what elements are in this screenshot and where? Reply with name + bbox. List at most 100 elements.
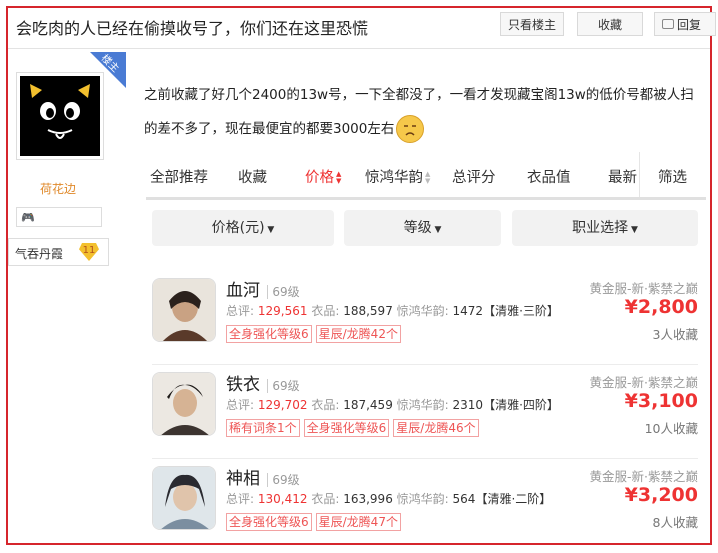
favorite-count: 10人收藏 (644, 421, 698, 436)
favorite-count: 3人收藏 (652, 327, 698, 342)
tab-outfit-value[interactable]: 衣品值 (527, 166, 571, 187)
frown-emoji-icon (396, 115, 425, 143)
character-level: 69级 (267, 285, 300, 299)
character-level: 69级 (267, 379, 300, 393)
sort-arrows-icon: ▲ ▼ (425, 170, 431, 185)
character-stats: 总评: 129,561 衣品: 188,597 惊鸿华韵: 1472【清雅·三阶… (226, 302, 559, 319)
tag: 星辰/龙腾47个 (315, 513, 401, 531)
tab-jinghong-label: 惊鸿华韵 (365, 170, 423, 186)
character-stats: 总评: 130,412 衣品: 163,996 惊鸿华韵: 564【清雅·二阶】 (226, 490, 551, 507)
character-avatar (152, 466, 216, 530)
author-level: 气吞丹霞 11 (8, 238, 109, 266)
jinghong-label: 惊鸿华韵: (396, 492, 449, 506)
tab-favorites[interactable]: 收藏 (238, 166, 267, 187)
tag: 稀有词条1个 (226, 419, 300, 437)
outfit-label: 衣品: (311, 398, 340, 412)
tag: 全身强化等级6 (226, 513, 312, 531)
tier-label: 【清雅·四阶】 (483, 398, 559, 412)
tag: 星辰/龙腾42个 (315, 325, 401, 343)
price: ¥2,800 (624, 296, 698, 318)
tag: 星辰/龙腾46个 (393, 419, 479, 437)
outfit-label: 衣品: (311, 492, 340, 506)
grade-filter-select[interactable]: 等级 ▼ (344, 210, 501, 246)
class-filter-label: 职业选择 (572, 220, 629, 236)
caret-down-icon: ▼ (264, 225, 275, 235)
server-name: 黄金服-新·紫禁之巅 (589, 469, 698, 484)
reply-button[interactable]: 回复 (654, 12, 716, 36)
outfit-label: 衣品: (311, 304, 340, 318)
post-text-line2-wrap: 的差不多了，现在最便宜的都要3000左右 (144, 112, 704, 146)
character-avatar (152, 278, 216, 342)
jinghong-value: 2310 (452, 398, 484, 412)
tag: 全身强化等级6 (303, 419, 390, 437)
author-avatar[interactable] (16, 72, 104, 160)
post-text-line2: 的差不多了，现在最便宜的都要3000左右 (144, 121, 395, 137)
level-name: 气吞丹霞 (15, 247, 64, 261)
score-label: 总评: (226, 398, 255, 412)
tab-newest[interactable]: 最新 (608, 166, 637, 187)
tab-total-score[interactable]: 总评分 (452, 166, 496, 187)
game-icon-row: 🎮 (16, 207, 102, 227)
jinghong-label: 惊鸿华韵: (396, 304, 449, 318)
character-name-row: 神相 69级 (226, 464, 300, 489)
score-value: 129,561 (257, 304, 308, 318)
score-value: 130,412 (257, 492, 308, 506)
character-name: 血河 (226, 281, 260, 301)
author-name[interactable]: 荷花边 (40, 180, 76, 197)
caret-down-icon: ▼ (628, 225, 638, 235)
tab-price-label: 价格 (305, 170, 334, 186)
price: ¥3,100 (624, 390, 698, 412)
character-stats: 总评: 129,702 衣品: 187,459 惊鸿华韵: 2310【清雅·四阶… (226, 396, 559, 413)
price-filter-label: 价格(元) (211, 220, 265, 236)
character-name-row: 血河 69级 (226, 276, 300, 301)
server-name: 黄金服-新·紫禁之巅 (589, 375, 698, 390)
tag: 全身强化等级6 (226, 325, 312, 343)
character-name-row: 铁衣 69级 (226, 370, 300, 395)
gamepad-icon: 🎮 (21, 211, 35, 224)
thread-header: 会吃肉的人已经在偷摸收号了，你们还在这里恐慌 只看楼主 收藏 回复 (8, 8, 716, 49)
sort-arrows-icon: ▲ ▼ (336, 170, 342, 185)
post-body: 之前收藏了好几个2400的13w号，一下全都没了，一看才发现藏宝阁13w的低价号… (144, 78, 704, 146)
character-name: 铁衣 (226, 375, 260, 395)
score-value: 129,702 (257, 398, 308, 412)
thread-title: 会吃肉的人已经在偷摸收号了，你们还在这里恐慌 (16, 19, 369, 38)
price-filter-select[interactable]: 价格(元) ▼ (152, 210, 334, 246)
tabs-underline (146, 197, 706, 200)
level-badge-icon: 11 (79, 243, 99, 261)
price: ¥3,200 (624, 484, 698, 506)
character-name: 神相 (226, 469, 260, 489)
listing-row[interactable]: 铁衣 69级 总评: 129,702 衣品: 187,459 惊鸿华韵: 231… (152, 364, 698, 459)
tab-jinghong[interactable]: 惊鸿华韵 ▲ ▼ (365, 166, 430, 187)
tab-price[interactable]: 价格 ▲ ▼ (305, 166, 341, 187)
class-filter-select[interactable]: 职业选择 ▼ (512, 210, 698, 246)
score-label: 总评: (226, 304, 255, 318)
character-level: 69级 (267, 473, 300, 487)
tier-label: 【清雅·三阶】 (483, 304, 559, 318)
outfit-value: 187,459 (343, 398, 393, 412)
outfit-value: 188,597 (343, 304, 393, 318)
post-text-line1: 之前收藏了好几个2400的13w号，一下全都没了，一看才发现藏宝阁13w的低价号… (144, 87, 694, 103)
sort-tabs: 全部推荐 收藏 价格 ▲ ▼ 惊鸿华韵 ▲ ▼ 总评分 衣品值 最新 筛选 (146, 152, 706, 200)
tag-list: 全身强化等级6 星辰/龙腾42个 (226, 323, 405, 343)
tier-label: 【清雅·二阶】 (475, 492, 552, 506)
comment-icon (662, 19, 674, 29)
tag-list: 稀有词条1个 全身强化等级6 星辰/龙腾46个 (226, 417, 483, 437)
tab-divider (639, 152, 640, 200)
listing-row[interactable]: 血河 69级 总评: 129,561 衣品: 188,597 惊鸿华韵: 147… (152, 270, 698, 365)
listing-row[interactable]: 神相 69级 总评: 130,412 衣品: 163,996 惊鸿华韵: 564… (152, 458, 698, 552)
avatar-image (20, 76, 100, 156)
jinghong-value: 564 (452, 492, 476, 506)
tag-list: 全身强化等级6 星辰/龙腾47个 (226, 511, 405, 531)
reply-label: 回复 (677, 18, 702, 32)
outfit-value: 163,996 (343, 492, 393, 506)
tab-all-recommend[interactable]: 全部推荐 (150, 166, 208, 187)
favorite-button[interactable]: 收藏 (577, 12, 643, 36)
grade-filter-label: 等级 (403, 220, 432, 236)
caret-down-icon: ▼ (431, 225, 442, 235)
jinghong-value: 1472 (452, 304, 484, 318)
tab-filter[interactable]: 筛选 (658, 166, 687, 187)
character-avatar (152, 372, 216, 436)
only-op-button[interactable]: 只看楼主 (500, 12, 564, 36)
jinghong-label: 惊鸿华韵: (396, 398, 449, 412)
score-label: 总评: (226, 492, 255, 506)
